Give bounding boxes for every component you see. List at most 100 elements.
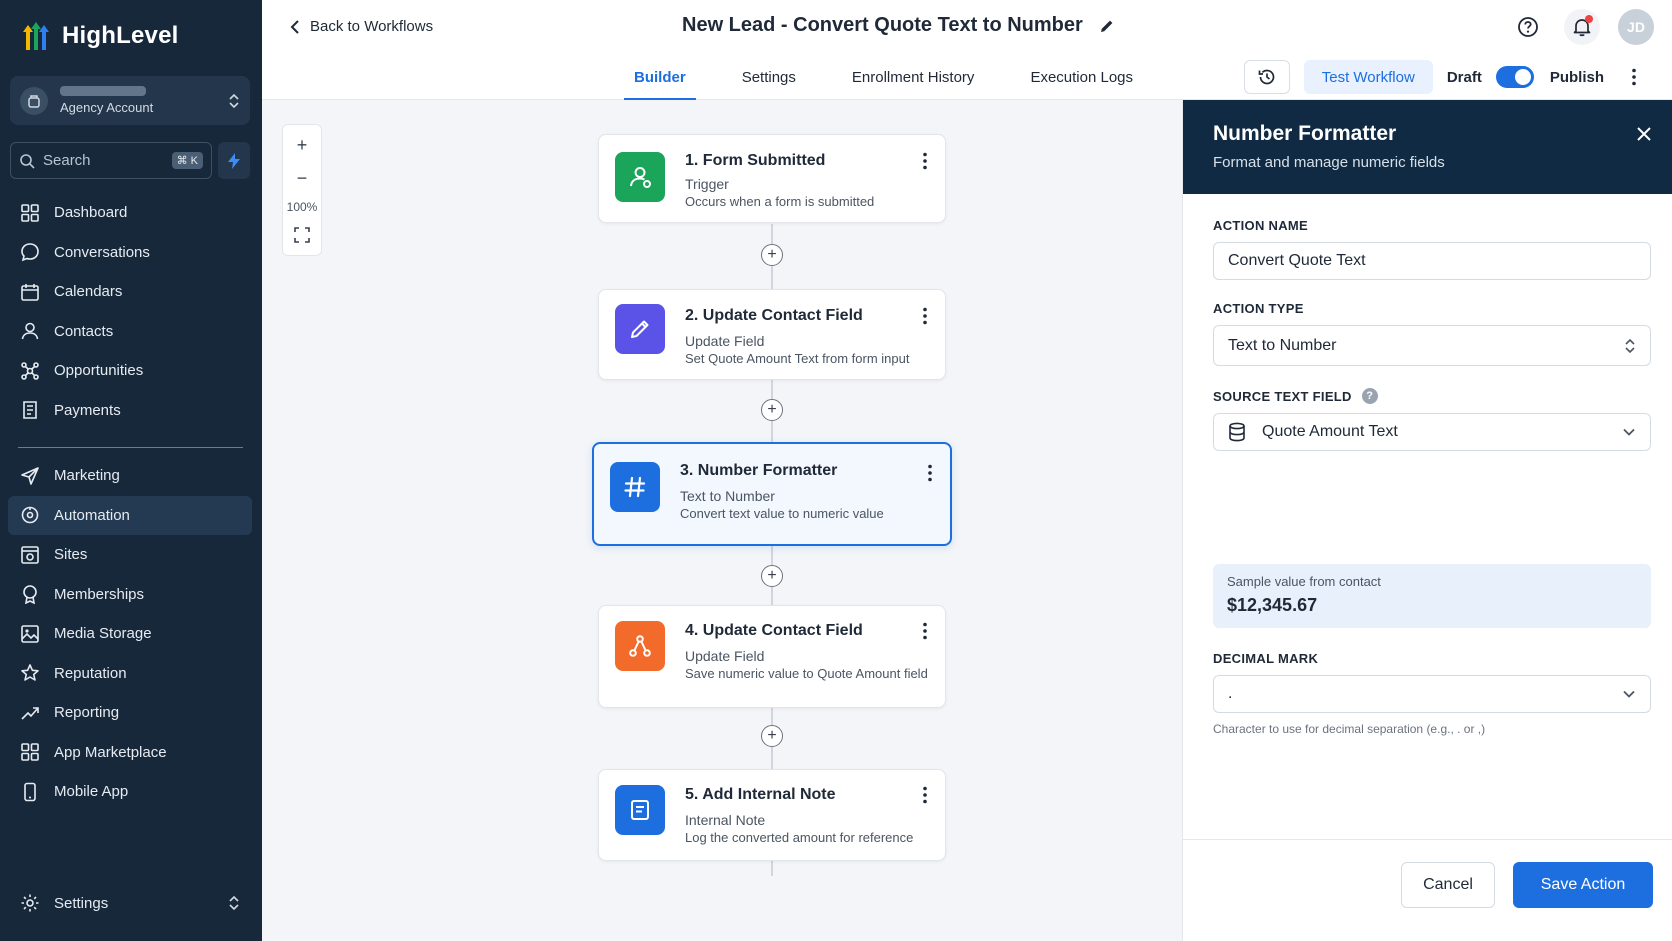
sidebar-item-memberships[interactable]: Memberships [8, 575, 252, 615]
sidebar-item-marketing[interactable]: Marketing [8, 456, 252, 496]
step-description: Save numeric value to Quote Amount field [685, 666, 928, 681]
add-step-button[interactable]: + [761, 725, 783, 747]
fit-screen-button[interactable] [290, 223, 314, 247]
test-workflow-button[interactable]: Test Workflow [1303, 60, 1433, 94]
back-to-workflows-link[interactable]: Back to Workflows [290, 18, 433, 35]
decimal-mark-select[interactable]: . [1213, 675, 1651, 713]
workflow-step-card-selected[interactable]: 3. Number Formatter Text to Number Conve… [592, 442, 952, 546]
step-menu-icon[interactable] [923, 786, 927, 804]
history-icon [1258, 69, 1275, 85]
sidebar-item-contacts[interactable]: Contacts [8, 312, 252, 352]
step-menu-icon[interactable] [928, 464, 932, 482]
dashboard-icon [21, 203, 39, 222]
workflow-step-card[interactable]: 2. Update Contact Field Update Field Set… [598, 289, 946, 380]
tab-enrollment-history[interactable]: Enrollment History [842, 54, 985, 100]
automation-icon [21, 506, 39, 524]
add-step-button[interactable]: + [761, 399, 783, 421]
publish-toggle[interactable] [1495, 66, 1534, 88]
step-icon-tile [615, 621, 665, 671]
draft-label: Draft [1446, 68, 1482, 86]
version-history-button[interactable] [1243, 60, 1290, 94]
workflow-step-card[interactable]: 5. Add Internal Note Internal Note Log t… [598, 769, 946, 861]
step-icon-tile [610, 462, 660, 512]
search-box[interactable]: Search ⌘ K [10, 142, 212, 179]
sidebar-item-app-marketplace[interactable]: App Marketplace [8, 733, 252, 773]
sidebar-item-mobile-app[interactable]: Mobile App [8, 772, 252, 812]
sidebar-item-label: Media Storage [54, 625, 152, 643]
action-type-select[interactable]: Text to Number [1213, 325, 1651, 366]
help-button[interactable] [1510, 9, 1546, 45]
calendar-icon [21, 283, 39, 301]
step-menu-icon[interactable] [923, 307, 927, 325]
badge-icon [23, 585, 37, 605]
panel-footer: Cancel Save Action [1183, 839, 1672, 941]
user-avatar[interactable]: JD [1618, 9, 1654, 45]
action-name-input[interactable]: Convert Quote Text [1213, 242, 1651, 280]
fit-screen-icon [294, 226, 310, 243]
sidebar-item-label: Dashboard [54, 204, 128, 222]
add-step-button[interactable]: + [761, 244, 783, 266]
branch-icon [629, 635, 651, 657]
add-step-button[interactable]: + [761, 565, 783, 587]
step-icon-tile [615, 304, 665, 354]
step-subtitle: Internal Note [685, 812, 766, 828]
sidebar-item-payments[interactable]: Payments [8, 391, 252, 431]
sidebar-item-label: Sites [54, 546, 88, 564]
sidebar-item-reporting[interactable]: Reporting [8, 693, 252, 733]
close-icon[interactable] [1636, 126, 1652, 142]
quick-action-button[interactable] [218, 142, 250, 179]
save-action-button[interactable]: Save Action [1513, 862, 1653, 908]
note-icon [631, 800, 649, 820]
panel-header: Number Formatter Format and manage numer… [1183, 100, 1672, 194]
workflow-step-card[interactable]: 4. Update Contact Field Update Field Sav… [598, 605, 946, 708]
source-label-text: SOURCE TEXT FIELD [1213, 388, 1352, 404]
source-text-field-label: SOURCE TEXT FIELD ? [1213, 388, 1378, 404]
nav-primary: Dashboard Conversations Calendars Contac… [8, 193, 252, 430]
sidebar-item-calendars[interactable]: Calendars [8, 272, 252, 312]
lightning-icon [228, 152, 240, 169]
workflow-step-card[interactable]: 1. Form Submitted Trigger Occurs when a … [598, 134, 946, 223]
cancel-button[interactable]: Cancel [1401, 862, 1495, 908]
source-text-field-select[interactable]: Quote Amount Text [1213, 413, 1651, 451]
sidebar-item-label: Contacts [54, 322, 114, 340]
chevron-updown-icon [229, 895, 239, 911]
help-icon[interactable]: ? [1361, 388, 1378, 404]
sidebar-item-sites[interactable]: Sites [8, 535, 252, 575]
gear-icon [21, 894, 39, 912]
step-menu-icon[interactable] [923, 622, 927, 640]
sidebar-item-automation[interactable]: Automation [8, 495, 252, 535]
sidebar-item-media-storage[interactable]: Media Storage [8, 614, 252, 654]
tab-builder[interactable]: Builder [624, 54, 696, 100]
pencil-icon[interactable] [1099, 18, 1115, 34]
sidebar-item-settings[interactable]: Settings [8, 884, 252, 922]
zoom-controls: + − 100% [282, 124, 322, 256]
action-name-value: Convert Quote Text [1228, 252, 1366, 269]
action-type-value: Text to Number [1228, 336, 1337, 354]
step-subtitle: Update Field [685, 333, 765, 349]
step-title: 5. Add Internal Note [685, 786, 836, 803]
sidebar-item-reputation[interactable]: Reputation [8, 654, 252, 694]
account-switcher[interactable]: Agency Account [10, 76, 250, 125]
more-options-icon[interactable] [1632, 68, 1636, 86]
step-menu-icon[interactable] [923, 152, 927, 170]
workflow-canvas[interactable]: + − 100% + + + + 1. Form Submitted Trigg… [262, 100, 1182, 941]
zoom-in-button[interactable]: + [290, 134, 314, 158]
chevron-updown-icon [1625, 338, 1635, 353]
step-title: 1. Form Submitted [685, 152, 826, 169]
database-icon [1229, 422, 1245, 442]
search-shortcut: ⌘ K [171, 152, 203, 169]
tab-settings[interactable]: Settings [732, 54, 806, 100]
publish-label: Publish [1549, 68, 1604, 86]
brand-logo[interactable]: HighLevel [22, 20, 179, 52]
sidebar-item-dashboard[interactable]: Dashboard [8, 193, 252, 233]
zoom-out-button[interactable]: − [290, 167, 314, 191]
step-icon-tile [615, 785, 665, 835]
sidebar-item-opportunities[interactable]: Opportunities [8, 351, 252, 391]
sites-icon [21, 545, 39, 564]
notifications-button[interactable] [1564, 9, 1600, 45]
pencil-icon [631, 320, 649, 338]
step-description: Occurs when a form is submitted [685, 194, 875, 209]
decimal-mark-label: DECIMAL MARK [1213, 651, 1319, 666]
tab-execution-logs[interactable]: Execution Logs [1020, 54, 1143, 100]
sidebar-item-conversations[interactable]: Conversations [8, 233, 252, 273]
